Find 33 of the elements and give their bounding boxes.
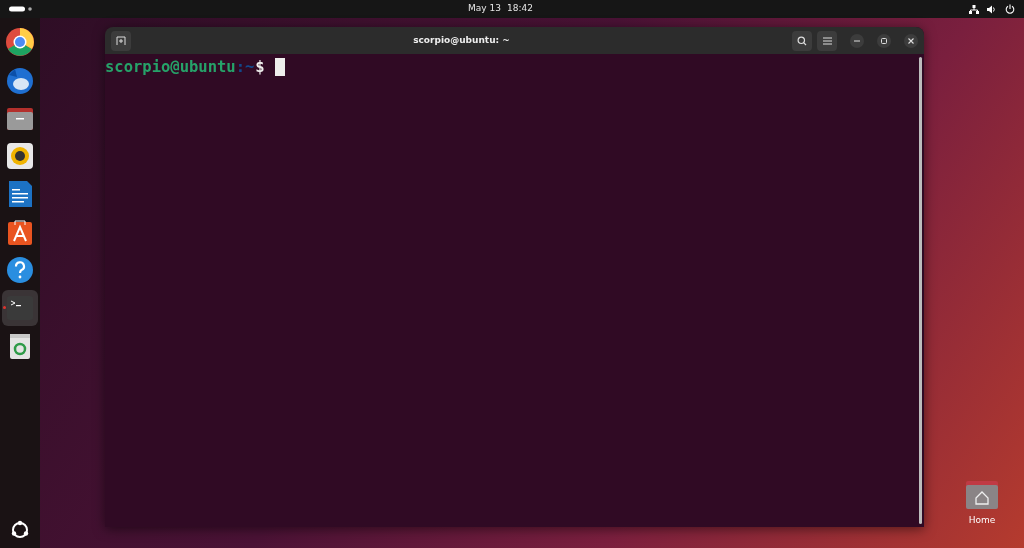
close-button[interactable] — [904, 33, 918, 48]
search-icon — [797, 35, 807, 46]
maximize-icon — [881, 37, 887, 44]
menu-icon — [822, 36, 832, 45]
shopping-bag-icon — [5, 217, 35, 247]
home-folder-icon[interactable] — [965, 479, 999, 510]
prompt-user-host: scorpio@ubuntu — [105, 57, 236, 77]
window-title: scorpio@ubuntu: ~ — [412, 33, 511, 47]
network-icon[interactable] — [969, 4, 979, 14]
new-tab-button[interactable] — [111, 30, 131, 51]
search-button[interactable] — [792, 30, 812, 51]
speaker-icon — [5, 141, 35, 171]
terminal-icon — [5, 293, 35, 323]
maximize-button[interactable] — [877, 33, 891, 48]
bird-mail-icon — [5, 65, 35, 95]
prompt-symbol: $ — [255, 57, 265, 77]
menu-button[interactable] — [817, 30, 837, 51]
text-cursor — [274, 58, 285, 76]
help-icon — [5, 255, 35, 285]
new-tab-icon — [116, 36, 126, 45]
minimize-button[interactable] — [850, 33, 864, 48]
minimize-icon — [854, 39, 860, 42]
clock-time[interactable]: 18:42 — [507, 2, 533, 16]
desktop-icon-label[interactable]: Home — [968, 513, 996, 527]
power-icon[interactable] — [1005, 4, 1015, 14]
volume-icon[interactable] — [987, 4, 997, 14]
prompt-path: :~ — [235, 57, 255, 77]
workspace-indicator-icon[interactable] — [9, 6, 32, 12]
close-icon — [908, 37, 914, 44]
scrollbar[interactable] — [919, 57, 922, 524]
clock-date[interactable]: May 13 — [468, 2, 501, 16]
app-grid-icon[interactable] — [10, 520, 30, 540]
browser-icon — [5, 27, 35, 57]
